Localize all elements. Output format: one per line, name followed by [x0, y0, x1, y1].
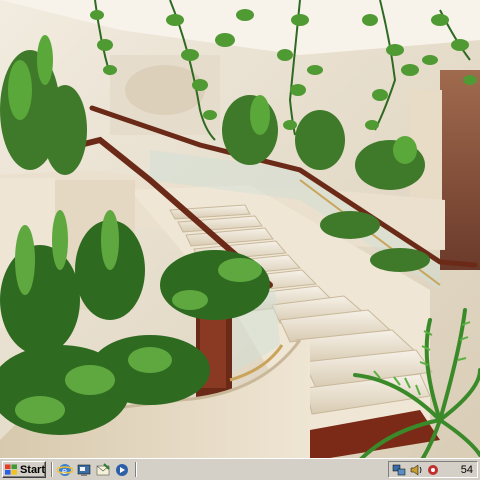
outlook-express-icon[interactable]	[95, 462, 111, 478]
network-icon[interactable]	[392, 463, 406, 477]
windows-logo-icon	[5, 463, 18, 475]
system-tray: 54	[388, 461, 478, 478]
svg-text:e: e	[62, 466, 67, 476]
wallpaper-atrium-image	[0, 0, 480, 458]
taskbar-separator	[135, 462, 137, 477]
internet-explorer-icon[interactable]: e	[57, 462, 73, 478]
start-button[interactable]: Start	[2, 461, 46, 478]
media-player-icon[interactable]	[114, 462, 130, 478]
start-label: Start	[19, 463, 45, 476]
volume-icon[interactable]	[409, 463, 423, 477]
tray-app-icon[interactable]	[426, 463, 440, 477]
clock[interactable]: 54	[461, 464, 473, 476]
desktop[interactable]	[0, 0, 480, 458]
taskbar: Start e 54	[0, 458, 480, 480]
taskbar-separator	[51, 462, 53, 477]
show-desktop-icon[interactable]	[76, 462, 92, 478]
